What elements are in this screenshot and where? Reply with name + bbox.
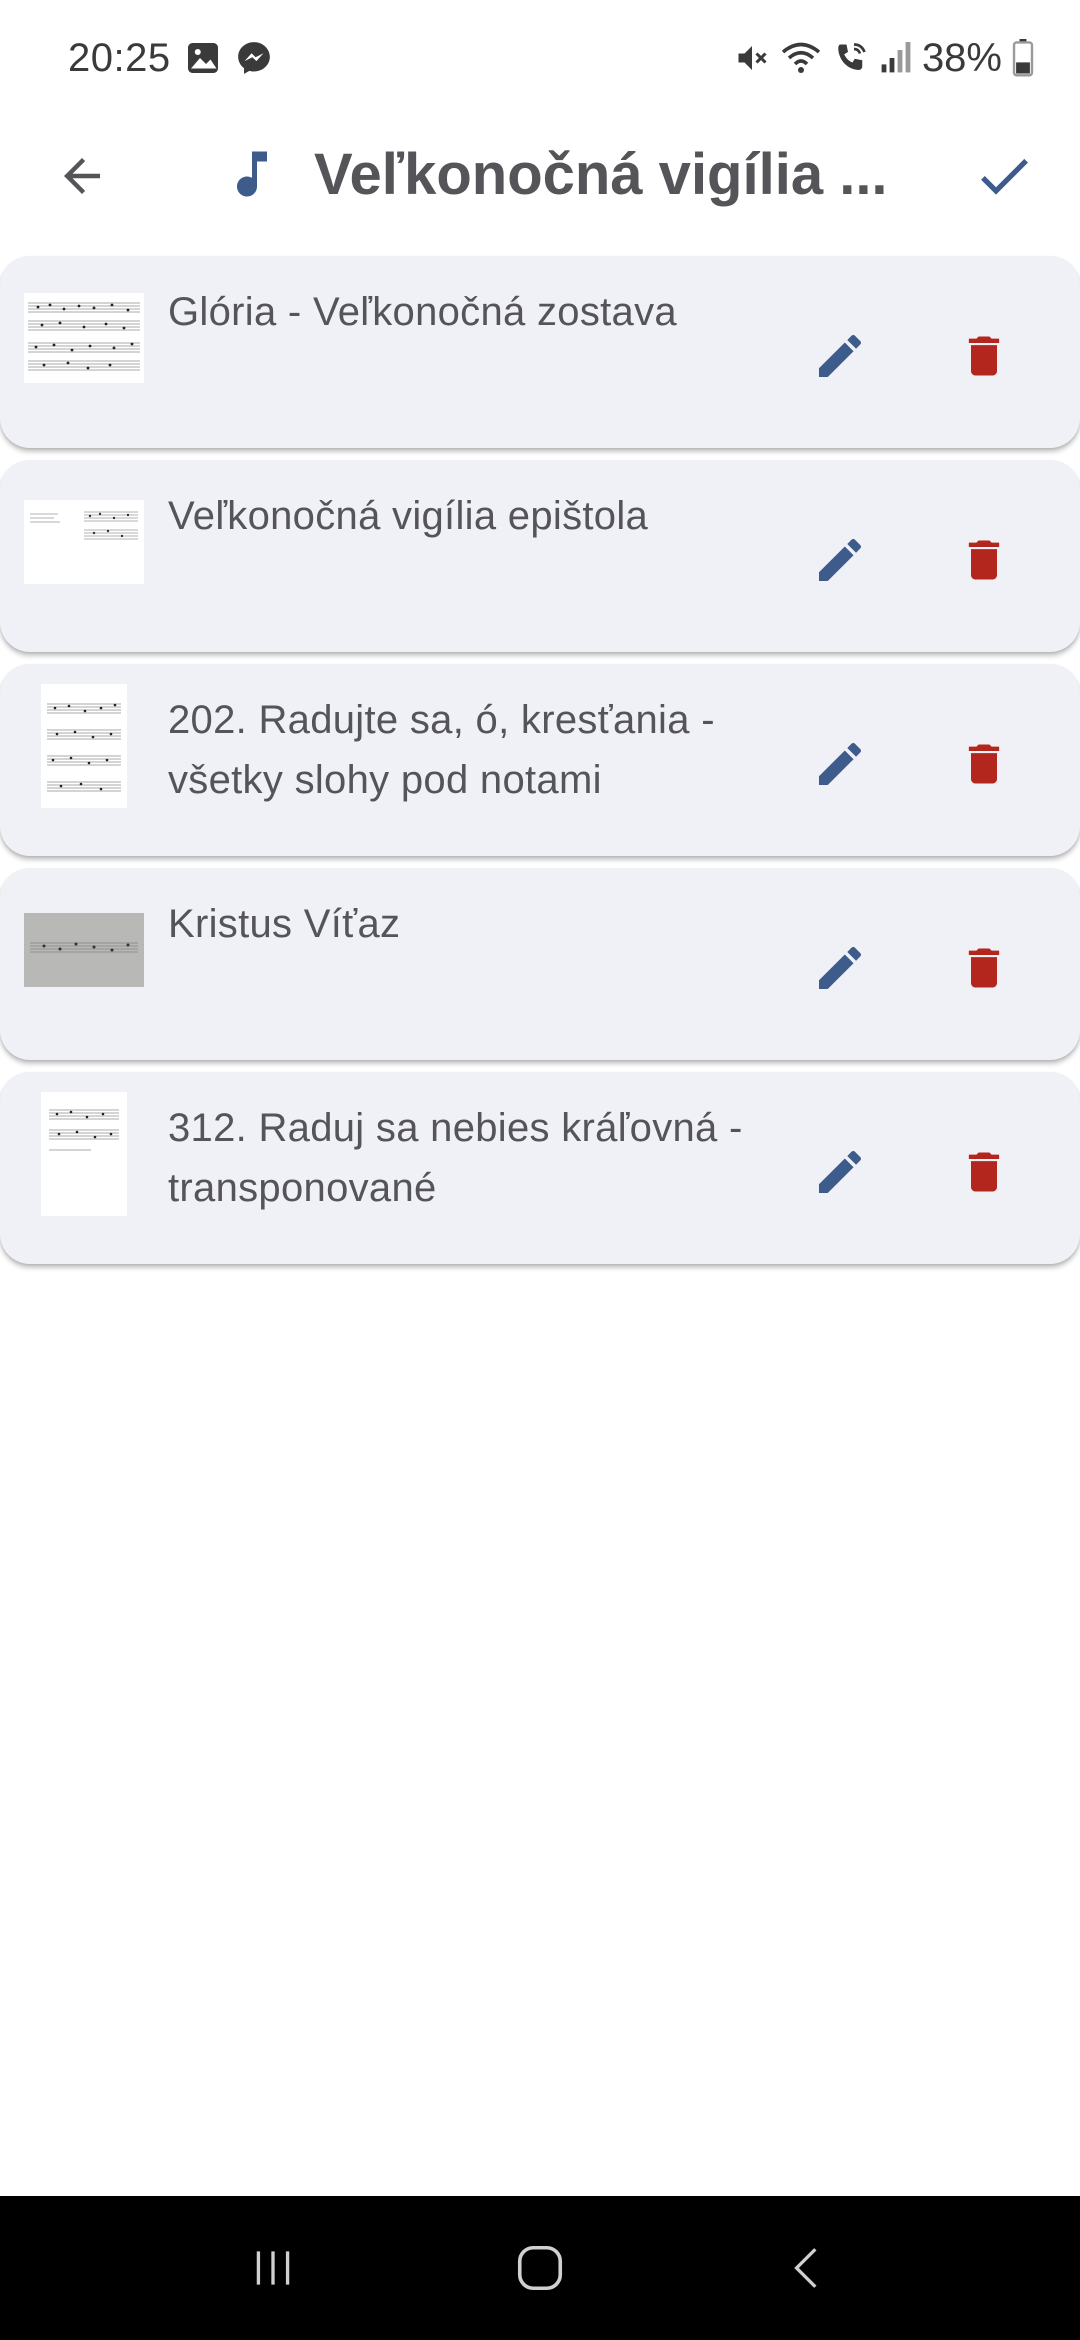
clock: 20:25: [68, 35, 171, 80]
song-title: Glória - Veľkonočná zostava: [168, 290, 677, 334]
song-thumbnail: [24, 888, 144, 1012]
arrow-left-icon: [64, 158, 100, 194]
gallery-icon: [185, 40, 221, 76]
home-icon: [517, 2245, 563, 2291]
wifi-icon: [780, 40, 822, 76]
song-title: 202. Radujte sa, ó, kresťania - všetky s…: [168, 698, 715, 802]
delete-button[interactable]: [944, 1132, 1024, 1212]
battery-fill: [1016, 62, 1030, 74]
home-button[interactable]: [480, 2218, 600, 2318]
song-row[interactable]: Veľkonočná vigília epištola: [0, 460, 1080, 652]
song-thumbnail: [24, 480, 144, 604]
song-row[interactable]: Glória - Veľkonočná zostava: [0, 256, 1080, 448]
delete-button[interactable]: [944, 724, 1024, 804]
status-right: 38%: [734, 36, 1034, 81]
confirm-button[interactable]: [964, 136, 1044, 216]
delete-button[interactable]: [944, 316, 1024, 396]
trash-icon: [968, 744, 1000, 784]
pencil-icon: [819, 538, 862, 581]
title-group: Veľkonočná vigília ...: [222, 132, 902, 216]
trash-icon: [968, 1152, 1000, 1192]
edit-button[interactable]: [800, 1132, 880, 1212]
delete-button[interactable]: [944, 520, 1024, 600]
song-thumbnail: [24, 276, 144, 400]
sheet-music-thumbnail: [41, 1092, 127, 1216]
recent-apps-button[interactable]: [213, 2218, 333, 2318]
system-back-button[interactable]: [747, 2218, 867, 2318]
song-title: 312. Raduj sa nebies kráľovná - transpon…: [168, 1106, 743, 1210]
recent-apps-icon: [257, 2251, 290, 2285]
trash-icon: [968, 540, 1000, 580]
song-thumbnail: [24, 684, 144, 808]
status-left: 20:25: [68, 36, 273, 81]
back-icon: [793, 2248, 817, 2288]
wifi-call-icon: [832, 40, 870, 76]
page-title: Veľkonočná vigília ...: [314, 141, 888, 207]
app-bar: Veľkonočná vigília ...: [0, 116, 1080, 232]
song-list: Glória - Veľkonočná zostava Veľkonočná v…: [0, 256, 1080, 1276]
song-thumbnail: [24, 1092, 144, 1216]
sheet-music-thumbnail: [24, 500, 144, 584]
sheet-music-thumbnail: [24, 293, 144, 383]
trash-icon: [968, 336, 1000, 376]
song-title: Veľkonočná vigília epištola: [168, 494, 649, 538]
song-row[interactable]: 202. Radujte sa, ó, kresťania - všetky s…: [0, 664, 1080, 856]
edit-button[interactable]: [800, 928, 880, 1008]
edit-button[interactable]: [800, 520, 880, 600]
pencil-icon: [819, 334, 862, 377]
battery-icon: [1012, 39, 1034, 77]
mute-icon: [734, 40, 770, 76]
status-bar: 20:25 38%: [0, 0, 1080, 116]
trash-icon: [968, 948, 1000, 988]
song-row[interactable]: 312. Raduj sa nebies kráľovná - transpon…: [0, 1072, 1080, 1264]
pencil-icon: [819, 742, 862, 785]
delete-button[interactable]: [944, 928, 1024, 1008]
messenger-icon: [235, 39, 273, 77]
song-row[interactable]: Kristus Víťaz: [0, 868, 1080, 1060]
pencil-icon: [819, 1150, 862, 1193]
sheet-music-thumbnail: [24, 913, 144, 987]
sheet-music-thumbnail: [41, 684, 127, 808]
music-note-icon: [237, 151, 267, 197]
song-title: Kristus Víťaz: [168, 902, 401, 946]
back-button[interactable]: [46, 140, 118, 212]
signal-icon: [880, 40, 912, 76]
system-nav-bar: [0, 2196, 1080, 2340]
battery-percent: 38%: [921, 35, 1002, 80]
pencil-icon: [819, 946, 862, 989]
check-icon: [981, 158, 1028, 195]
edit-button[interactable]: [800, 316, 880, 396]
edit-button[interactable]: [800, 724, 880, 804]
